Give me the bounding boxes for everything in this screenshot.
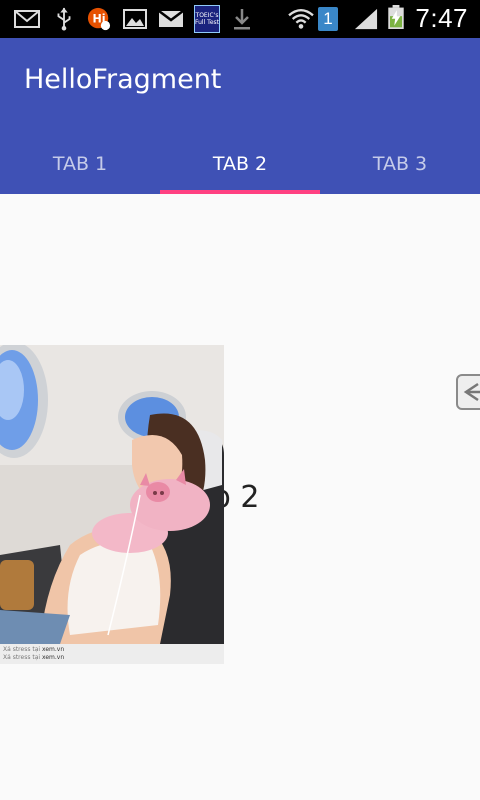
tab-1[interactable]: TAB 1: [0, 134, 160, 194]
battery-charging-icon: [388, 5, 404, 29]
gmail-icon: [158, 10, 184, 27]
download-icon: [234, 9, 250, 30]
wifi-icon: [288, 9, 314, 29]
tab-content: Tab 2: [0, 194, 480, 800]
tab-bar: TAB 1 TAB 2 TAB 3: [0, 134, 480, 194]
tab-3[interactable]: TAB 3: [320, 134, 480, 194]
share-arrow-icon: [463, 382, 480, 402]
status-time: 7:47: [415, 3, 468, 33]
tab-2[interactable]: TAB 2: [160, 134, 320, 194]
toeic-app-icon: TOEIC's Full Test: [194, 5, 220, 33]
mail-icon: [14, 10, 40, 28]
app-bar: HelloFragment TAB 1 TAB 2 TAB 3: [0, 38, 480, 194]
edge-panel-handle[interactable]: [456, 374, 480, 410]
photo: Xả stress tại xem.vn Xả stress tại xem.v…: [0, 345, 224, 664]
image-icon: [123, 9, 147, 29]
app-notification-icon: Hi: [87, 7, 111, 31]
status-bar: Hi TOEIC's Full Test 1 7:47: [0, 0, 480, 38]
app-title: HelloFragment: [24, 64, 222, 95]
sim-icon: 1: [318, 7, 338, 31]
signal-icon: [354, 8, 378, 30]
usb-icon: [57, 7, 71, 31]
photo-illustration: [0, 345, 224, 644]
photo-caption: Xả stress tại xem.vn Xả stress tại xem.v…: [0, 644, 224, 664]
